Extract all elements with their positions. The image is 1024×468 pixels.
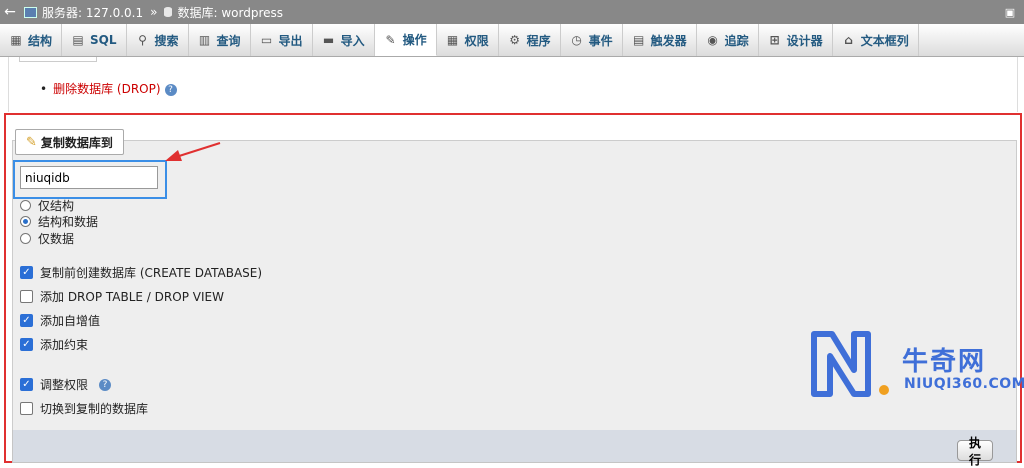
designer-icon: ⊞ — [769, 33, 780, 47]
back-arrow-icon[interactable]: ← — [0, 4, 20, 20]
tab-sql[interactable]: ▤ SQL — [62, 24, 127, 56]
breadcrumb-server[interactable]: 服务器: 127.0.0.1 — [42, 4, 143, 21]
search-icon: ⚲ — [138, 33, 147, 47]
checkbox[interactable] — [20, 402, 33, 415]
tab-central-columns[interactable]: ⌂ 文本框列 — [833, 24, 919, 56]
drop-database-section: • 删除数据库 (DROP)? — [8, 57, 1018, 112]
breadcrumb-separator: » — [150, 5, 158, 19]
server-icon — [24, 6, 37, 18]
fieldset-edge — [19, 57, 97, 62]
tab-query[interactable]: ▥ 查询 — [189, 24, 251, 56]
tab-search[interactable]: ⚲ 搜索 — [127, 24, 189, 56]
pointer-arrow-icon — [165, 142, 221, 161]
checkbox-add-auto-increment[interactable]: ✓ 添加自增值 — [20, 312, 100, 329]
close-icon[interactable]: ▣ — [1002, 4, 1018, 20]
brand-domain: NIUQI360.COM — [904, 376, 1024, 392]
checkbox[interactable]: ✓ — [20, 314, 33, 327]
query-icon: ▥ — [198, 33, 211, 47]
checkbox-add-constraints[interactable]: ✓ 添加约束 — [20, 336, 88, 353]
checkbox[interactable]: ✓ — [20, 266, 33, 279]
new-database-name-input[interactable] — [20, 166, 158, 189]
sql-icon: ▤ — [72, 33, 84, 47]
tab-structure[interactable]: ▦ 结构 — [0, 24, 63, 56]
checkbox-create-database[interactable]: ✓ 复制前创建数据库 (CREATE DATABASE) — [20, 264, 262, 281]
tab-routines[interactable]: ⚙ 程序 — [499, 24, 561, 56]
drop-database-item: • 删除数据库 (DROP)? — [40, 80, 177, 97]
legend-label: 复制数据库到 — [40, 135, 113, 150]
breadcrumb: 服务器: 127.0.0.1 » 数据库: wordpress — [24, 4, 283, 21]
checkbox-switch-to-copied-db[interactable]: 切换到复制的数据库 — [20, 400, 148, 417]
checkbox-adjust-privileges[interactable]: ✓ 调整权限 ? — [20, 376, 112, 393]
checkbox-add-drop-table[interactable]: 添加 DROP TABLE / DROP VIEW — [20, 288, 224, 305]
tab-events[interactable]: ◷ 事件 — [561, 24, 623, 56]
pencil-icon: ✎ — [26, 134, 37, 150]
structure-icon: ▦ — [10, 33, 22, 47]
bullet: • — [40, 82, 48, 96]
title-bar: ← 服务器: 127.0.0.1 » 数据库: wordpress ▣ — [0, 0, 1024, 24]
tab-triggers[interactable]: ▤ 触发器 — [623, 24, 697, 56]
triggers-icon: ▤ — [632, 33, 645, 47]
checkbox[interactable]: ✓ — [20, 338, 33, 351]
breadcrumb-database[interactable]: 数据库: wordpress — [177, 4, 283, 21]
wrench-icon: ✎ — [385, 32, 396, 47]
routines-icon: ⚙ — [509, 33, 520, 47]
tab-designer[interactable]: ⊞ 设计器 — [759, 24, 833, 56]
database-icon — [164, 7, 173, 17]
tab-tracking[interactable]: ◉ 追踪 — [697, 24, 759, 56]
eye-icon: ◉ — [707, 33, 718, 47]
drop-database-link[interactable]: 删除数据库 (DROP) — [53, 82, 160, 96]
help-icon[interactable]: ? — [164, 83, 177, 96]
radio-button[interactable] — [20, 200, 31, 211]
brand-logo-icon — [811, 331, 889, 397]
checkbox[interactable] — [20, 290, 33, 303]
tab-operations[interactable]: ✎ 操作 — [374, 24, 437, 56]
radio-structure-only[interactable]: 仅结构 — [20, 197, 74, 214]
panel-footer — [12, 430, 1017, 463]
privileges-icon: ▦ — [446, 33, 459, 47]
tab-import[interactable]: ▬ 导入 — [313, 24, 375, 56]
tab-bar: ▦ 结构 ▤ SQL ⚲ 搜索 ▥ 查询 ▭ 导出 ▬ 导入 ✎ 操作 ▦ 权限 ⚙ 程序 ◷ 事件… — [0, 24, 1024, 57]
brand-name: 牛奇网 — [902, 347, 987, 377]
tab-export[interactable]: ▭ 导出 — [251, 24, 313, 56]
execute-button[interactable]: 执行 — [957, 436, 993, 467]
export-icon: ▭ — [260, 33, 273, 47]
columns-icon: ⌂ — [844, 33, 853, 47]
copy-database-legend: ✎ 复制数据库到 — [15, 129, 124, 155]
help-icon[interactable]: ? — [99, 378, 112, 391]
radio-data-only[interactable]: 仅数据 — [20, 230, 74, 247]
import-icon: ▬ — [322, 33, 335, 47]
tab-privileges[interactable]: ▦ 权限 — [437, 24, 499, 56]
radio-button[interactable] — [20, 216, 31, 227]
radio-structure-and-data[interactable]: 结构和数据 — [20, 213, 98, 230]
radio-button[interactable] — [20, 233, 31, 244]
checkbox[interactable]: ✓ — [20, 378, 33, 391]
clock-icon: ◷ — [571, 33, 582, 47]
